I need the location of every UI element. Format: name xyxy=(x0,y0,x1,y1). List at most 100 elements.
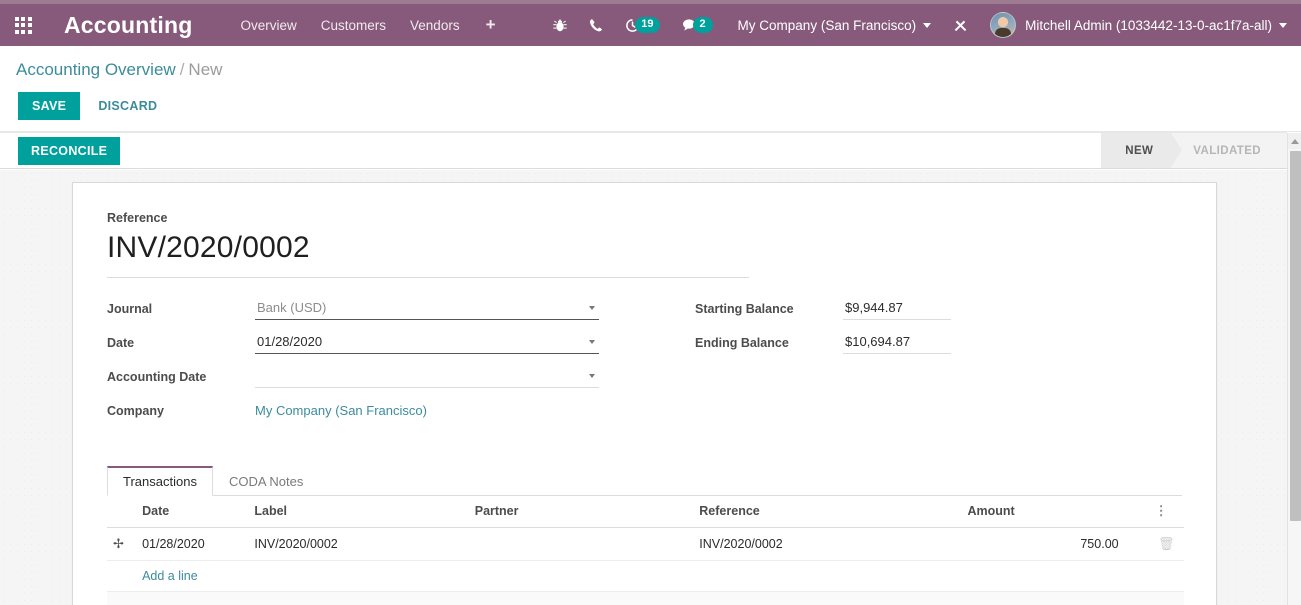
cell-date[interactable]: 01/28/2020 xyxy=(136,527,249,561)
date-input[interactable]: 01/28/2020 xyxy=(255,332,599,354)
activity-clock-icon[interactable]: 19 xyxy=(614,4,670,46)
trash-icon[interactable]: 🗑 xyxy=(1158,536,1175,551)
transactions-table-head: Date Label Partner Reference Amount ⋮ xyxy=(107,496,1184,528)
breadcrumb-item-current: New xyxy=(188,60,223,79)
form-column-right: Starting Balance $9,944.87 Ending Balanc… xyxy=(635,298,1055,434)
discard-button[interactable]: DISCARD xyxy=(92,92,163,120)
header-date[interactable]: Date xyxy=(136,496,249,528)
starting-balance-label: Starting Balance xyxy=(695,302,794,316)
breadcrumb: Accounting Overview / New xyxy=(16,60,222,80)
table-footer-row xyxy=(107,591,1184,605)
menu-item-vendors[interactable]: Vendors xyxy=(398,4,472,46)
apps-grid-glyph xyxy=(14,16,32,34)
field-row-date: Date 01/28/2020 xyxy=(107,332,635,356)
header-partner[interactable]: Partner xyxy=(468,496,694,528)
reference-underline xyxy=(107,277,749,278)
chevron-down-icon xyxy=(923,22,932,28)
breadcrumb-item-accounting-overview[interactable]: Accounting Overview xyxy=(16,60,176,79)
field-row-accounting-date: Accounting Date xyxy=(107,366,635,390)
company-switcher[interactable]: My Company (San Francisco) xyxy=(724,18,942,33)
cell-amount[interactable]: 750.00 xyxy=(961,527,1149,561)
chevron-down-icon xyxy=(1279,22,1287,28)
status-step-validated[interactable]: VALIDATED xyxy=(1171,133,1287,168)
form-columns: Journal Bank (USD) Date 01/28/2020 Accou… xyxy=(107,298,1182,434)
chevron-down-icon[interactable] xyxy=(589,374,595,378)
menu-item-customers[interactable]: Customers xyxy=(309,4,398,46)
row-delete-cell[interactable]: 🗑 xyxy=(1148,527,1184,561)
add-line-row: Add a line xyxy=(107,560,1184,592)
user-name-label: Mitchell Admin (1033442-13-0-ac1f7a-all) xyxy=(1025,17,1272,33)
transactions-table-body: ✢ 01/28/2020 INV/2020/0002 INV/2020/0002… xyxy=(107,527,1184,605)
table-header-row: Date Label Partner Reference Amount ⋮ xyxy=(107,496,1184,528)
activity-count-badge: 19 xyxy=(635,17,660,33)
status-step-new-label: NEW xyxy=(1125,144,1154,157)
field-row-starting-balance: Starting Balance $9,944.87 xyxy=(695,298,1055,322)
journal-value: Bank (USD) xyxy=(257,300,327,315)
options-dots-icon: ⋮ xyxy=(1154,503,1168,518)
messages-count-badge: 2 xyxy=(692,17,713,33)
status-step-validated-label: VALIDATED xyxy=(1193,144,1261,157)
date-value: 01/28/2020 xyxy=(257,334,323,349)
cell-label[interactable]: INV/2020/0002 xyxy=(248,527,469,561)
form-sheet: Reference INV/2020/0002 Journal Bank (US… xyxy=(72,182,1217,605)
chevron-down-icon[interactable] xyxy=(589,340,595,344)
chevron-down-icon[interactable] xyxy=(589,306,595,310)
tab-transactions[interactable]: Transactions xyxy=(107,466,213,496)
menu-item-add-icon[interactable]: + xyxy=(472,4,510,46)
user-menu[interactable]: Mitchell Admin (1033442-13-0-ac1f7a-all) xyxy=(980,12,1293,38)
company-value-link[interactable]: My Company (San Francisco) xyxy=(255,400,427,418)
reference-label: Reference xyxy=(107,211,168,225)
journal-label: Journal xyxy=(107,302,153,316)
cell-partner[interactable] xyxy=(468,527,694,561)
form-content-area: Reference INV/2020/0002 Journal Bank (US… xyxy=(0,170,1287,605)
form-column-left: Journal Bank (USD) Date 01/28/2020 Accou… xyxy=(107,298,635,434)
phone-icon[interactable] xyxy=(578,4,614,46)
transactions-table: Date Label Partner Reference Amount ⋮ ✢ … xyxy=(107,496,1184,605)
header-amount[interactable]: Amount xyxy=(961,496,1149,528)
ending-balance-label: Ending Balance xyxy=(695,336,789,350)
add-line-spacer xyxy=(107,560,137,592)
reference-value[interactable]: INV/2020/0002 xyxy=(107,231,1182,277)
table-footer-cell xyxy=(107,591,1184,605)
field-row-company: Company My Company (San Francisco) xyxy=(107,400,635,424)
header-label[interactable]: Label xyxy=(248,496,469,528)
drag-handle-icon[interactable]: ✢ xyxy=(113,536,124,551)
record-action-buttons: SAVE DISCARD xyxy=(18,92,163,120)
menu-item-overview[interactable]: Overview xyxy=(229,4,309,46)
reconcile-button[interactable]: RECONCILE xyxy=(18,137,121,165)
app-title[interactable]: Accounting xyxy=(64,12,193,39)
field-row-journal: Journal Bank (USD) xyxy=(107,298,635,322)
accounting-date-value xyxy=(257,368,261,383)
accounting-date-input[interactable] xyxy=(255,366,599,388)
table-row[interactable]: ✢ 01/28/2020 INV/2020/0002 INV/2020/0002… xyxy=(107,527,1184,561)
starting-balance-input[interactable]: $9,944.87 xyxy=(843,298,951,320)
top-navbar: Accounting Overview Customers Vendors + xyxy=(0,4,1301,46)
date-label: Date xyxy=(107,336,135,350)
apps-grid-icon[interactable] xyxy=(0,4,46,46)
header-handle xyxy=(107,496,137,528)
cell-reference[interactable]: INV/2020/0002 xyxy=(693,527,962,561)
tab-coda-notes[interactable]: CODA Notes xyxy=(213,466,319,496)
scroll-up-arrow-icon[interactable] xyxy=(1288,133,1301,149)
accounting-date-label: Accounting Date xyxy=(107,370,207,384)
status-bar: NEW VALIDATED xyxy=(1101,133,1287,168)
company-switcher-label: My Company (San Francisco) xyxy=(737,17,917,33)
notebook-tabs: Transactions CODA Notes xyxy=(107,464,1182,496)
ending-balance-input[interactable]: $10,694.87 xyxy=(843,332,951,354)
save-button[interactable]: SAVE xyxy=(18,92,81,120)
header-reference[interactable]: Reference xyxy=(693,496,962,528)
journal-input[interactable]: Bank (USD) xyxy=(255,298,599,320)
optional-columns-dropdown[interactable]: ⋮ xyxy=(1148,496,1184,528)
bug-icon[interactable] xyxy=(542,4,578,46)
status-step-new[interactable]: NEW xyxy=(1101,133,1183,168)
company-label: Company xyxy=(107,404,164,418)
control-panel: Accounting Overview / New SAVE DISCARD xyxy=(0,46,1301,132)
scrollbar-thumb[interactable] xyxy=(1290,151,1301,521)
row-drag-cell[interactable]: ✢ xyxy=(107,527,137,561)
notebook: Transactions CODA Notes Date Label Partn… xyxy=(107,464,1184,605)
vertical-scrollbar[interactable] xyxy=(1287,133,1301,605)
avatar xyxy=(990,12,1017,38)
messages-icon[interactable]: 2 xyxy=(671,4,724,46)
add-a-line-link[interactable]: Add a line xyxy=(142,569,198,583)
tools-wrench-icon[interactable] xyxy=(941,4,980,46)
